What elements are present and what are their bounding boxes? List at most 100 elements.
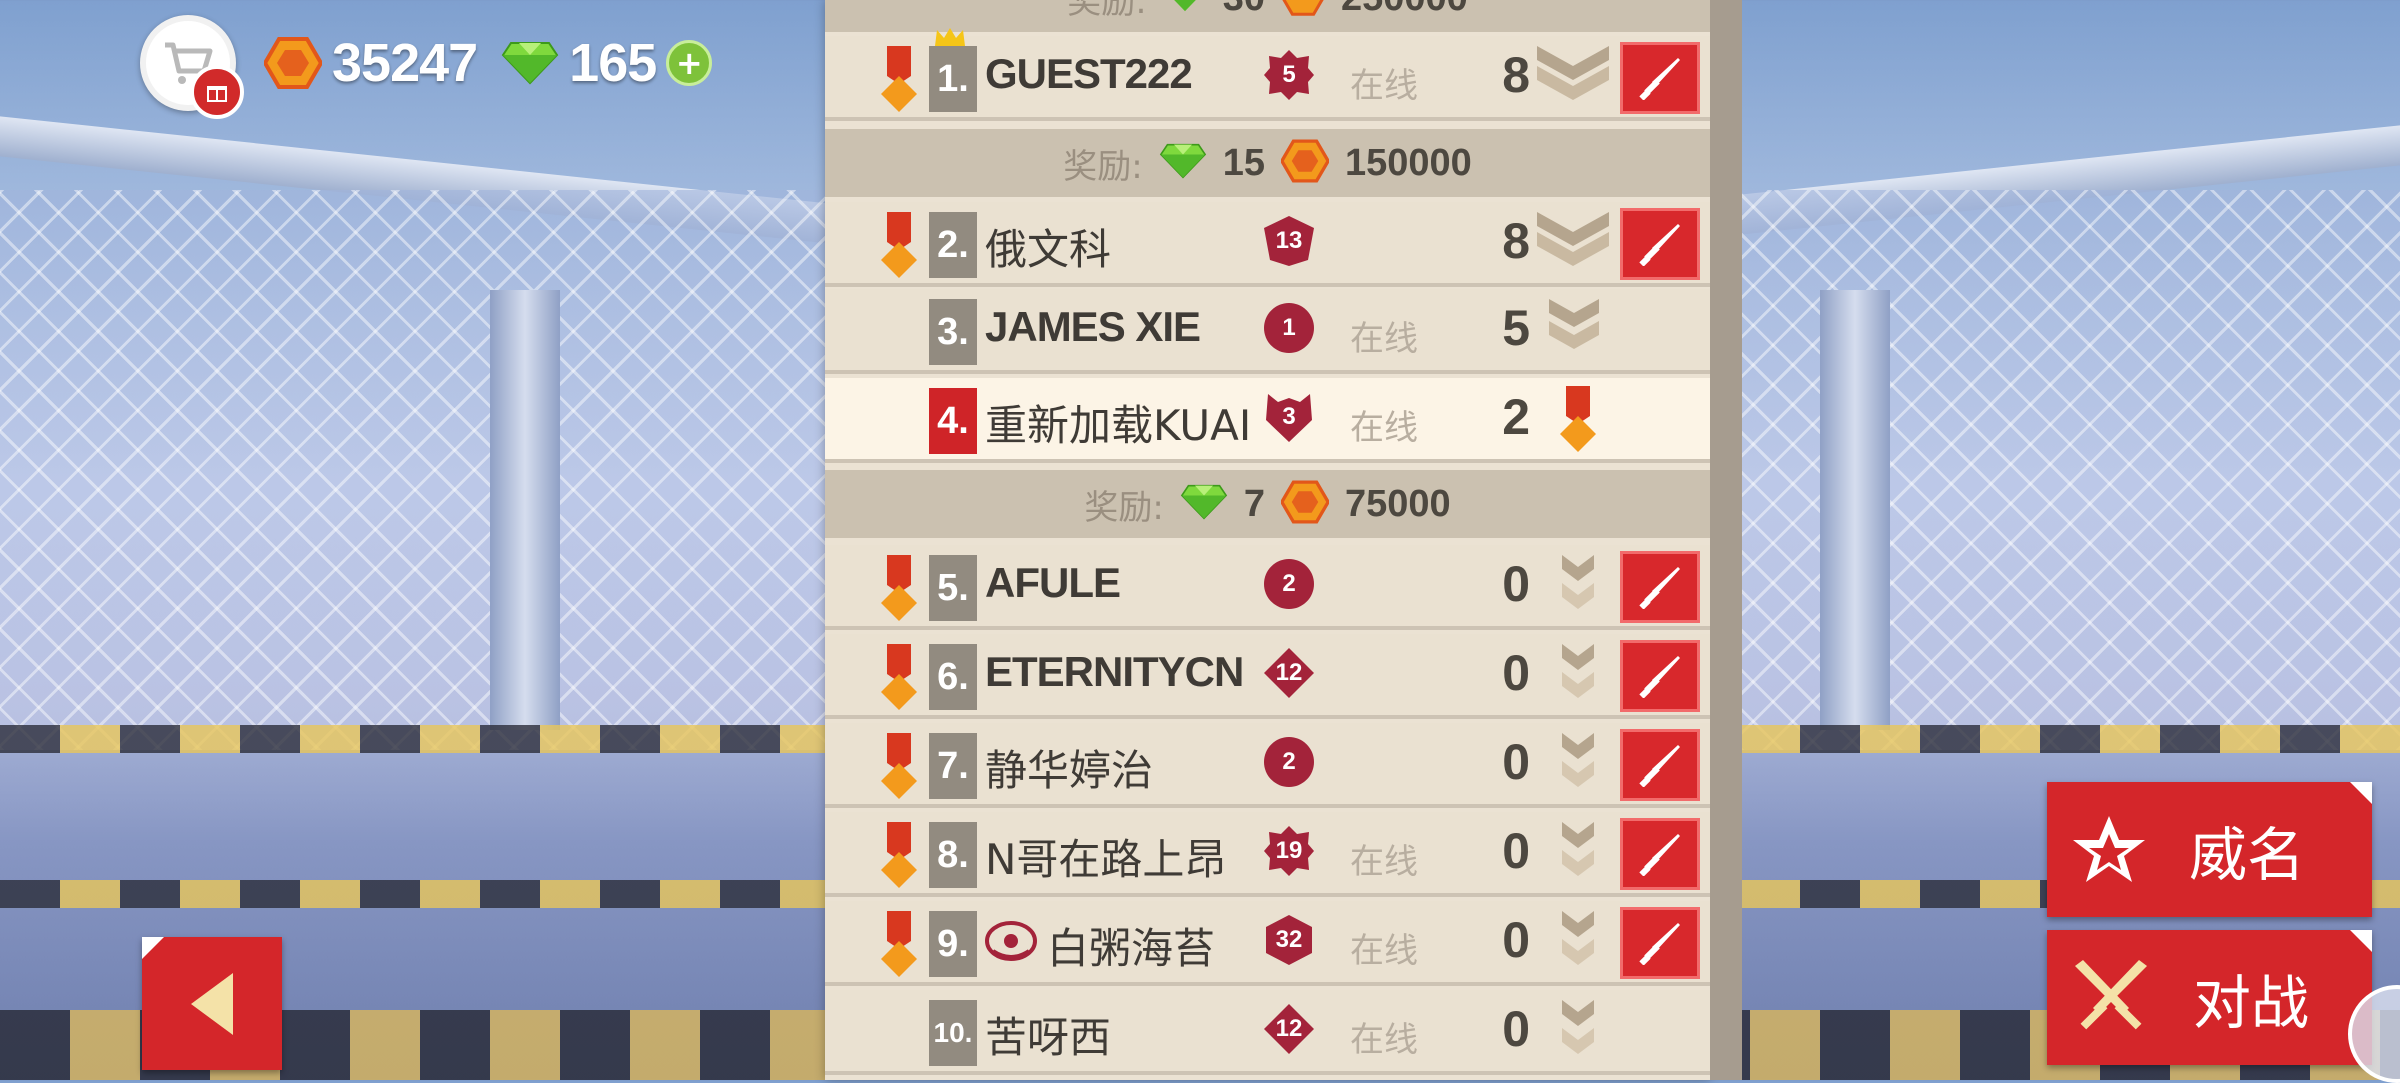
leaderboard-row-self[interactable]: 4. 重新加载KUAI 3 在线 2 [825, 378, 1710, 463]
player-name: JAMES XIE [985, 303, 1201, 350]
leaderboard-row[interactable]: 8. N哥在路上昂 19 在线 0 [825, 812, 1710, 897]
leaderboard-scrollbar[interactable] [1710, 0, 1742, 1080]
level-value: 1 [1282, 314, 1296, 341]
leaderboard-panel[interactable]: 奖励: 30 250000 1. GUEST222 5 在线 8 奖励: 15 … [825, 0, 1710, 1080]
sword-icon [1639, 834, 1680, 876]
coin-icon [1281, 0, 1325, 20]
leaderboard-row[interactable]: 3. JAMES XIE 1 在线 5 [825, 289, 1710, 374]
level-value: 19 [1275, 837, 1303, 864]
rank-number: 9. [929, 911, 977, 977]
attack-button[interactable] [1620, 208, 1700, 280]
coin-count: 35247 [332, 33, 478, 93]
back-arrow-icon [191, 972, 233, 1035]
reward-gems: 7 [1243, 482, 1265, 525]
medal-icon [879, 46, 919, 116]
gem-icon [501, 41, 559, 85]
level-value: 3 [1282, 403, 1296, 430]
level-value: 5 [1282, 61, 1296, 88]
cage-post-left [490, 290, 560, 730]
medal-icon [879, 212, 919, 282]
player-name: N哥在路上昂 [985, 835, 1227, 884]
level-badge: 2 [1262, 557, 1316, 611]
medal-icon [879, 644, 919, 714]
reward-gems: 15 [1222, 141, 1265, 184]
reward-coins: 75000 [1344, 482, 1451, 525]
level-badge: 1 [1262, 301, 1316, 355]
gem-icon [1163, 0, 1207, 17]
leaderboard-row[interactable]: 6. ETERNITYCN 12 0 [825, 634, 1710, 719]
reward-coins: 250000 [1341, 0, 1468, 20]
attack-button[interactable] [1620, 729, 1700, 801]
rank-number: 2. [929, 212, 977, 278]
medal-icon [879, 555, 919, 625]
player-name: AFULE [985, 559, 1121, 606]
gem-icon [1159, 143, 1207, 183]
level-value: 12 [1275, 659, 1303, 686]
score: 0 [1502, 645, 1530, 701]
rank-number: 8. [929, 822, 977, 888]
online-status: 在线 [1350, 319, 1418, 359]
leaderboard-row[interactable]: 5. AFULE 2 0 [825, 545, 1710, 630]
reward-label: 奖励: [1063, 146, 1143, 187]
medal-icon [879, 733, 919, 803]
leaderboard-row[interactable]: 10. 苦呀西 12 在线 0 [825, 990, 1710, 1075]
reward-row: 奖励: 7 75000 [825, 470, 1710, 538]
leaderboard-row[interactable]: 9. 白粥海苔 32 在线 0 [825, 901, 1710, 986]
score: 0 [1502, 734, 1530, 790]
leaderboard-row[interactable]: 1. GUEST222 5 在线 8 [825, 28, 1710, 121]
player-name: 重新加载KUAI [985, 401, 1252, 450]
level-badge: 2 [1262, 735, 1316, 789]
online-status: 在线 [1350, 1020, 1418, 1060]
level-badge: 3 [1262, 390, 1316, 444]
rank-chevron-icon [1560, 553, 1596, 617]
online-status: 在线 [1350, 931, 1418, 971]
add-currency-button[interactable]: + [666, 40, 713, 86]
reward-label: 奖励: [1067, 0, 1147, 22]
attack-button[interactable] [1620, 907, 1700, 979]
cage-post-right [1820, 290, 1890, 730]
attack-button[interactable] [1620, 640, 1700, 712]
level-badge: 32 [1262, 913, 1316, 967]
gift-icon[interactable] [190, 65, 244, 119]
back-button[interactable] [142, 937, 282, 1070]
sword-icon [1639, 745, 1680, 787]
corner-tab [142, 937, 164, 959]
level-value: 2 [1282, 570, 1296, 597]
gem-count: 165 [569, 33, 657, 93]
shop-button[interactable] [140, 15, 244, 119]
rank-chevron-icon [1560, 998, 1596, 1062]
sword-icon [1639, 58, 1680, 100]
rank-number: 6. [929, 644, 977, 710]
coin-icon [264, 37, 322, 89]
prestige-label: 威名 [2189, 820, 2306, 889]
level-badge: 12 [1262, 646, 1316, 700]
attack-button[interactable] [1620, 818, 1700, 890]
medal-icon [879, 822, 919, 892]
corner-tab [2350, 782, 2372, 804]
prestige-button[interactable]: 威名 [2047, 782, 2372, 917]
rank-number: 10. [929, 1000, 977, 1066]
rank-chevron-icon [1560, 731, 1596, 795]
sword-icon [1639, 656, 1680, 698]
leaderboard-row[interactable]: 2. 俄文科 13 8 [825, 202, 1710, 287]
player-name: ETERNITYCN [985, 648, 1244, 695]
score: 0 [1502, 823, 1530, 879]
level-badge: 13 [1262, 214, 1316, 268]
online-status: 在线 [1350, 66, 1418, 106]
sword-icon [1639, 923, 1680, 965]
rank-number: 1. [929, 46, 977, 112]
score: 0 [1502, 556, 1530, 612]
sword-icon [1639, 224, 1680, 266]
cage-fence-left [0, 190, 830, 750]
attack-button[interactable] [1620, 551, 1700, 623]
leaderboard-row[interactable]: 7. 静华婷治 2 0 [825, 723, 1710, 808]
medal-icon [879, 911, 919, 981]
cage-rail-left [0, 116, 830, 244]
online-status: 在线 [1350, 842, 1418, 882]
attack-button[interactable] [1620, 42, 1700, 114]
clan-emblem-icon [985, 919, 1037, 967]
rank-chevron-icon [1560, 642, 1596, 706]
currency-bar: 35247 165 + [140, 15, 713, 119]
battle-button[interactable]: 对战 [2047, 930, 2372, 1065]
corner-tab [2350, 930, 2372, 952]
